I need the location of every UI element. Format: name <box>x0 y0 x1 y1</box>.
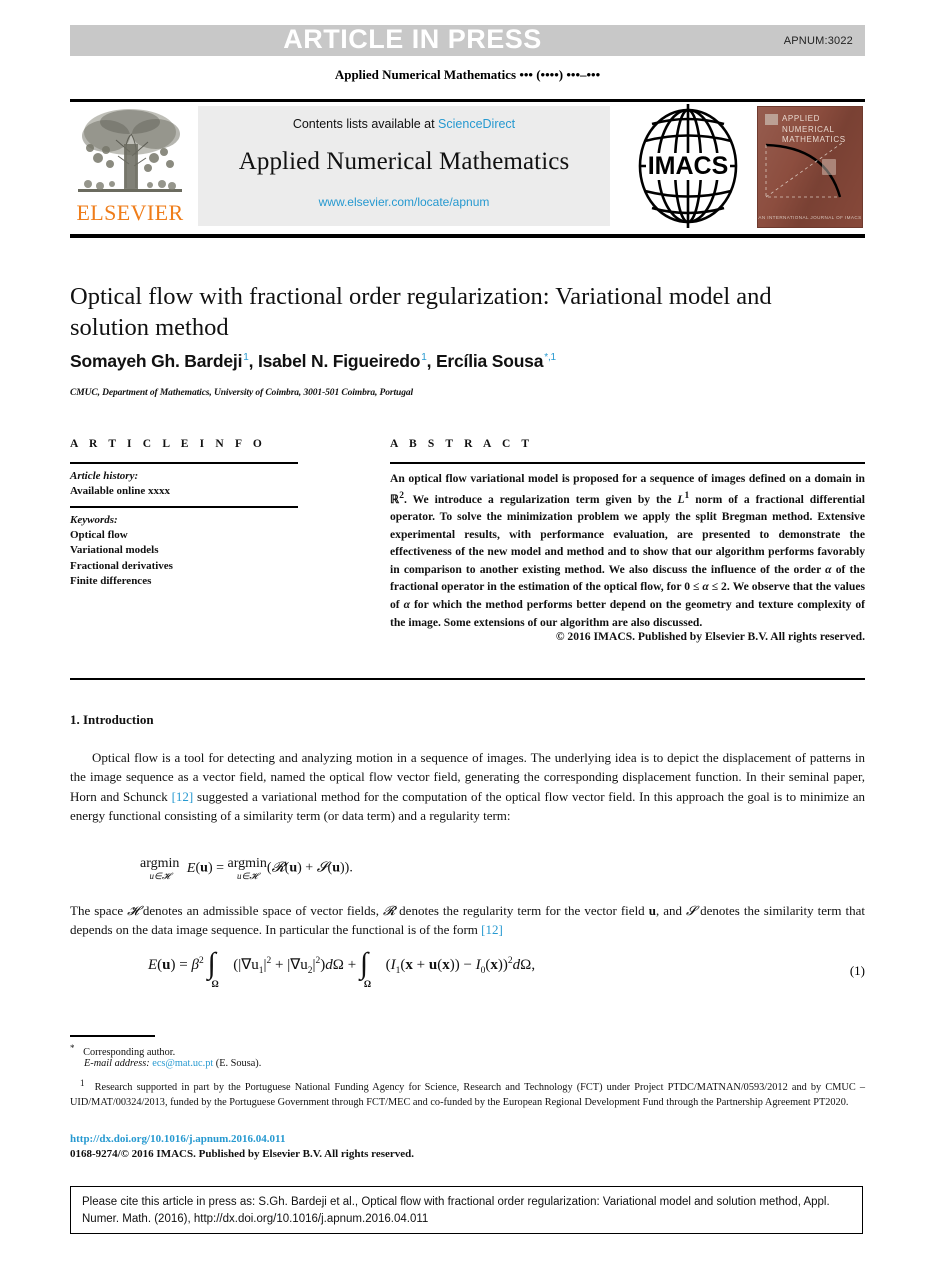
article-history: Article history: Available online xxxx <box>70 469 310 499</box>
section-1-paragraph-2: The space 𝓗 denotes an admissible space … <box>70 903 865 938</box>
abstract-rule <box>390 462 865 464</box>
citation-link[interactable]: [12] <box>172 789 194 804</box>
contents-available-line: Contents lists available at ScienceDirec… <box>293 117 515 131</box>
equation-argmin: argmin u∈𝓗 E(u) = argmin u∈𝓗 (𝓡(u) + 𝓢(u))… <box>140 856 353 881</box>
cover-footer-text: AN INTERNATIONAL JOURNAL OF IMACS <box>758 215 862 220</box>
issn-copyright-line: 0168-9274/© 2016 IMACS. Published by Els… <box>70 1148 415 1160</box>
abstract-copyright: © 2016 IMACS. Published by Elsevier B.V.… <box>555 630 865 643</box>
article-info-rule-1 <box>70 462 298 464</box>
keywords-block: Keywords: Optical flow Variational model… <box>70 513 310 589</box>
section-divider-rule <box>70 678 865 680</box>
author-2-affil-marker: 1 <box>421 352 427 364</box>
elsevier-wordmark: ELSEVIER <box>76 200 184 225</box>
banner-rule-bottom <box>70 234 865 238</box>
footnote-funding: 1 Research supported in part by the Port… <box>70 1076 865 1110</box>
running-head: Applied Numerical Mathematics ••• (••••)… <box>334 67 601 82</box>
article-in-press-band: ARTICLE IN PRESS APNUM:3022 <box>70 25 865 56</box>
cite-this-article-box: Please cite this article in press as: S.… <box>70 1186 863 1234</box>
contents-prefix: Contents lists available at <box>292 117 439 131</box>
cover-badge-icon <box>765 114 778 125</box>
keyword-item: Finite differences <box>70 574 152 587</box>
cover-arc-graphic <box>765 142 843 198</box>
keyword-item: Optical flow <box>70 529 128 542</box>
abstract-body: An optical flow variational model is pro… <box>390 472 866 629</box>
journal-cover-thumbnail: APPLIED NUMERICAL MATHEMATICS AN INTERNA… <box>757 106 863 228</box>
journal-homepage-link[interactable]: www.elsevier.com/locate/apnum <box>319 195 490 209</box>
sciencedirect-box: Contents lists available at ScienceDirec… <box>198 106 610 226</box>
footnote-rule <box>70 1035 155 1037</box>
journal-title: Applied Numerical Mathematics <box>238 148 570 175</box>
equation-1-body: E(u) = β2 ∫ Ω (|∇u1|2 + |∇u2|2)dΩ + ∫ Ω … <box>148 947 536 990</box>
keywords-label: Keywords: <box>70 514 118 526</box>
author-3-affil-marker: *,1 <box>544 352 556 364</box>
cite-this-article-text: Please cite this article in press as: S.… <box>82 1196 830 1225</box>
author-2: Isabel N. Figueiredo1 <box>257 351 427 371</box>
imacs-logo: IMACS <box>626 104 750 228</box>
paper-page: ARTICLE IN PRESS APNUM:3022 Applied Nume… <box>0 0 935 1266</box>
elsevier-tree-icon <box>76 106 184 200</box>
section-1-paragraph-1: Optical flow is a tool for detecting and… <box>70 750 865 824</box>
article-history-value: Available online xxxx <box>70 485 171 497</box>
article-info-heading: A R T I C L E I N F O <box>70 438 266 450</box>
argmin-operator-left: argmin u∈𝓗 <box>140 856 180 881</box>
author-1: Somayeh Gh. Bardeji1 <box>70 351 249 371</box>
svg-text:IMACS: IMACS <box>648 152 729 180</box>
footnote-marker-1: 1 <box>80 1078 85 1088</box>
keyword-item: Fractional derivatives <box>70 559 173 572</box>
page-title: Optical flow with fractional order regul… <box>70 283 772 341</box>
equation-1-number: (1) <box>849 963 865 978</box>
footnote-funding-text: Research supported in part by the Portug… <box>70 1082 865 1108</box>
article-info-rule-2 <box>70 506 298 508</box>
cover-seal-icon <box>822 159 836 175</box>
article-code: APNUM:3022 <box>783 34 853 47</box>
author-3: Ercília Sousa*,1 <box>435 351 556 371</box>
author-1-affil-marker: 1 <box>243 352 249 364</box>
footnote-marker-star: * <box>70 1043 75 1053</box>
keyword-item: Variational models <box>70 544 159 557</box>
journal-banner: ELSEVIER Contents lists available at Sci… <box>70 104 865 230</box>
argmin-operator-right: argmin u∈𝓗 <box>227 856 267 881</box>
banner-rule-top <box>70 99 865 102</box>
citation-link-2[interactable]: [12] <box>481 922 503 937</box>
author-list: Somayeh Gh. Bardeji1, Isabel N. Figueire… <box>70 351 556 371</box>
doi-link[interactable]: http://dx.doi.org/10.1016/j.apnum.2016.0… <box>70 1133 285 1145</box>
affiliation: CMUC, Department of Mathematics, Univers… <box>70 388 414 398</box>
elsevier-logo: ELSEVIER <box>70 104 190 230</box>
sciencedirect-link[interactable]: ScienceDirect <box>438 117 515 131</box>
article-history-label: Article history: <box>70 470 139 482</box>
abstract-heading: A B S T R A C T <box>390 438 534 450</box>
email-owner: (E. Sousa). <box>215 1058 262 1069</box>
section-1-heading: 1. Introduction <box>70 712 154 727</box>
footnote-email: E-mail address: ecs@mat.uc.pt (E. Sousa)… <box>70 1057 865 1071</box>
email-link[interactable]: ecs@mat.uc.pt <box>152 1058 213 1069</box>
email-label: E-mail address: <box>84 1058 150 1069</box>
article-in-press-label: ARTICLE IN PRESS <box>283 24 542 54</box>
